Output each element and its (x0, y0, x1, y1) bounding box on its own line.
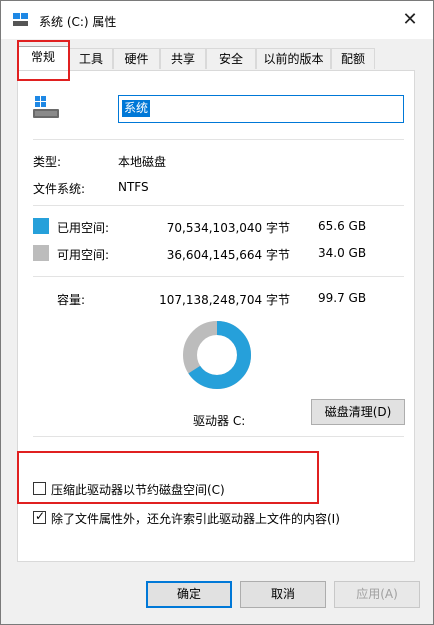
capacity-label: 容量: (57, 293, 86, 307)
used-space-gb: 65.6 GB (318, 219, 367, 233)
divider (33, 205, 404, 206)
divider (33, 139, 404, 140)
drive-letter-label: 驱动器 C: (193, 414, 246, 428)
capacity-bytes: 107,138,248,704 字节 (159, 293, 290, 307)
free-space-label: 可用空间: (57, 248, 110, 262)
capacity-gb: 99.7 GB (318, 291, 367, 305)
tab-highlight-box (17, 40, 70, 81)
title-bar: 系统 (C:) 属性 ✕ (1, 1, 433, 39)
checkmark-icon: ✓ (35, 509, 46, 523)
apply-button[interactable]: 应用(A) (334, 581, 420, 608)
free-space-gb: 34.0 GB (318, 246, 367, 260)
tab-sharing[interactable]: 共享 (160, 48, 206, 69)
disk-cleanup-button[interactable]: 磁盘清理(D) (311, 399, 405, 425)
tab-tools[interactable]: 工具 (69, 48, 113, 69)
drive-name-text: 系统 (122, 100, 151, 117)
close-button[interactable]: ✕ (387, 1, 433, 39)
tab-previous-versions[interactable]: 以前的版本 (256, 48, 331, 69)
cancel-button[interactable]: 取消 (240, 581, 326, 608)
index-checkbox-label: 除了文件属性外，还允许索引此驱动器上文件的内容(I) (51, 512, 340, 526)
tab-quota[interactable]: 配额 (331, 48, 375, 69)
filesystem-label: 文件系统: (33, 182, 86, 196)
drive-icon (13, 13, 28, 26)
compress-highlight-box (17, 451, 319, 504)
divider (33, 276, 404, 277)
ok-button[interactable]: 确定 (146, 581, 232, 608)
tab-hardware[interactable]: 硬件 (113, 48, 160, 69)
usage-donut-chart (183, 321, 251, 389)
window-title: 系统 (C:) 属性 (39, 15, 117, 29)
tab-security[interactable]: 安全 (206, 48, 256, 69)
hard-drive-icon (33, 96, 59, 118)
free-space-bytes: 36,604,145,664 字节 (166, 248, 290, 262)
type-value: 本地磁盘 (118, 155, 167, 169)
filesystem-value: NTFS (118, 180, 149, 194)
index-checkbox[interactable]: ✓ (33, 509, 46, 524)
used-space-bytes: 70,534,103,040 字节 (166, 221, 290, 235)
drive-name-input[interactable]: 系统 (118, 95, 404, 123)
type-label: 类型: (33, 155, 62, 169)
divider (33, 436, 404, 437)
used-space-swatch (33, 218, 49, 234)
free-space-swatch (33, 245, 49, 261)
used-space-label: 已用空间: (57, 221, 110, 235)
